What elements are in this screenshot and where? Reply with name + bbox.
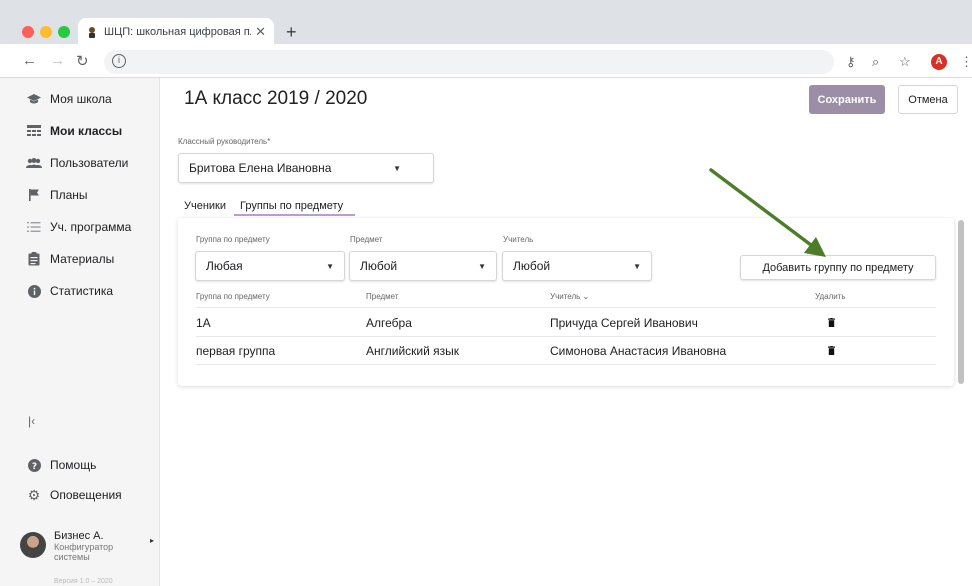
cancel-button[interactable]: Отмена [898,85,958,114]
filter-teacher-value: Любой [513,259,551,273]
profile-avatar[interactable]: A [931,54,947,70]
sidebar-item-materials[interactable]: Материалы [26,252,114,266]
browser-window: ШЦП: школьная цифровая пл ✕ + ← → ↻ i ⚷ … [0,0,972,586]
user-menu-arrow-icon[interactable]: ▸ [150,536,154,545]
sidebar-item-help[interactable]: ? Помощь [26,458,96,472]
row-divider [196,336,936,337]
site-info-icon[interactable]: i [112,54,126,68]
caret-down-icon: ▼ [633,261,641,271]
sidebar-item-label: Материалы [50,252,115,266]
tab-title: ШЦП: школьная цифровая пл [104,26,252,38]
version-footer: Версия 1.0 – 2020 [54,578,113,585]
sidebar-item-curriculum[interactable]: Уч. программа [26,220,131,234]
delete-row-1-trash-icon[interactable] [828,318,835,330]
row-1-subject: Алгебра [366,316,412,330]
close-window-button[interactable] [22,26,34,38]
help-icon: ? [26,458,42,472]
menu-kebab-icon[interactable]: ⋮ [960,54,972,70]
svg-text:?: ? [31,462,36,472]
class-teacher-select[interactable]: Бритова Елена Ивановна ▼ [178,153,434,183]
zoom-icon[interactable]: ⌕ [872,54,879,70]
subject-groups-panel [178,218,954,386]
sidebar-item-label: Пользователи [50,156,129,170]
bookmark-star-icon[interactable]: ☆ [899,54,911,70]
tab-subject-groups[interactable]: Группы по предмету [240,200,343,212]
filter-group-select[interactable]: Любая ▼ [195,251,345,281]
filter-subject-value: Любой [360,259,398,273]
sidebar-item-my-school[interactable]: Моя школа [26,92,112,106]
sidebar-item-label: Моя школа [50,92,112,106]
column-header-group[interactable]: Группа по предмету [196,292,270,301]
user-role: Конфигуратор системы [54,542,114,562]
row-2-subject: Английский язык [366,344,460,358]
tab-strip: ШЦП: школьная цифровая пл ✕ + [0,0,972,46]
sidebar: Моя школа Мои классы Пользователи Планы … [0,78,160,586]
address-bar[interactable] [104,50,834,74]
caret-down-icon: ▼ [478,261,486,271]
new-tab-button[interactable]: + [286,22,297,43]
clipboard-icon [26,252,42,266]
classroom-icon [26,124,42,138]
row-2-group[interactable]: первая группа [196,344,275,358]
sidebar-item-label: Мои классы [50,124,123,138]
minimize-window-button[interactable] [40,26,52,38]
list-icon [26,220,42,234]
filter-label-subject: Предмет [350,235,383,244]
class-teacher-label: Классный руководитель* [178,137,271,146]
tab-students[interactable]: Ученики [184,200,226,212]
avatar[interactable] [20,532,46,558]
sidebar-item-statistics[interactable]: Статистика [26,284,113,298]
sidebar-item-label: Статистика [50,284,114,298]
flag-icon [26,188,42,202]
column-header-subject[interactable]: Предмет [366,292,399,301]
delete-row-2-trash-icon[interactable] [828,346,835,358]
sidebar-item-plans[interactable]: Планы [26,188,88,202]
sidebar-item-label: Планы [50,188,88,202]
browser-tab[interactable]: ШЦП: школьная цифровая пл ✕ [78,18,274,46]
sidebar-item-my-classes[interactable]: Мои классы [26,124,122,138]
column-header-teacher[interactable]: Учитель ⌄ [550,292,589,301]
tab-close-icon[interactable]: ✕ [255,24,266,40]
filter-teacher-select[interactable]: Любой ▼ [502,251,652,281]
page-title: 1А класс 2019 / 2020 [184,88,368,109]
key-icon[interactable]: ⚷ [846,54,856,70]
filter-group-value: Любая [206,259,243,273]
site-favicon-icon [86,26,98,38]
sidebar-item-users[interactable]: Пользователи [26,156,128,170]
active-tab-indicator [234,214,355,216]
collapse-sidebar-icon[interactable]: |‹ [28,414,35,428]
save-button[interactable]: Сохранить [809,85,885,114]
class-teacher-value: Бритова Елена Ивановна [189,161,332,175]
row-divider [196,364,936,365]
users-icon [26,156,42,170]
row-2-teacher: Симонова Анастасия Ивановна [550,344,727,358]
reload-icon[interactable]: ↻ [76,52,89,70]
gear-icon: ⚙ [27,486,41,503]
sidebar-item-label: Уч. программа [50,220,132,234]
row-1-teacher: Причуда Сергей Иванович [550,316,698,330]
back-arrow-icon[interactable]: ← [22,52,37,69]
user-name: Бизнес А. [54,530,104,542]
row-1-group[interactable]: 1А [196,316,211,330]
add-subject-group-button[interactable]: Добавить группу по предмету [740,255,936,280]
sidebar-item-notifications[interactable]: ⚙ Оповещения [26,486,122,503]
column-header-delete: Удалить [815,292,846,301]
sidebar-item-label: Помощь [50,458,97,472]
vertical-scrollbar[interactable] [958,220,964,384]
row-divider [196,307,936,308]
forward-arrow-icon[interactable]: → [50,52,65,69]
filter-subject-select[interactable]: Любой ▼ [349,251,497,281]
filter-label-teacher: Учитель [503,235,534,244]
maximize-window-button[interactable] [58,26,70,38]
caret-down-icon: ▼ [326,261,334,271]
browser-toolbar: ← → ↻ i ⚷ ⌕ ☆ A ⋮ [0,46,972,78]
filter-label-group: Группа по предмету [196,235,270,244]
info-icon [26,284,42,298]
caret-down-icon: ▼ [393,163,401,173]
sidebar-item-label: Оповещения [50,488,122,502]
graduation-cap-icon [26,92,42,106]
